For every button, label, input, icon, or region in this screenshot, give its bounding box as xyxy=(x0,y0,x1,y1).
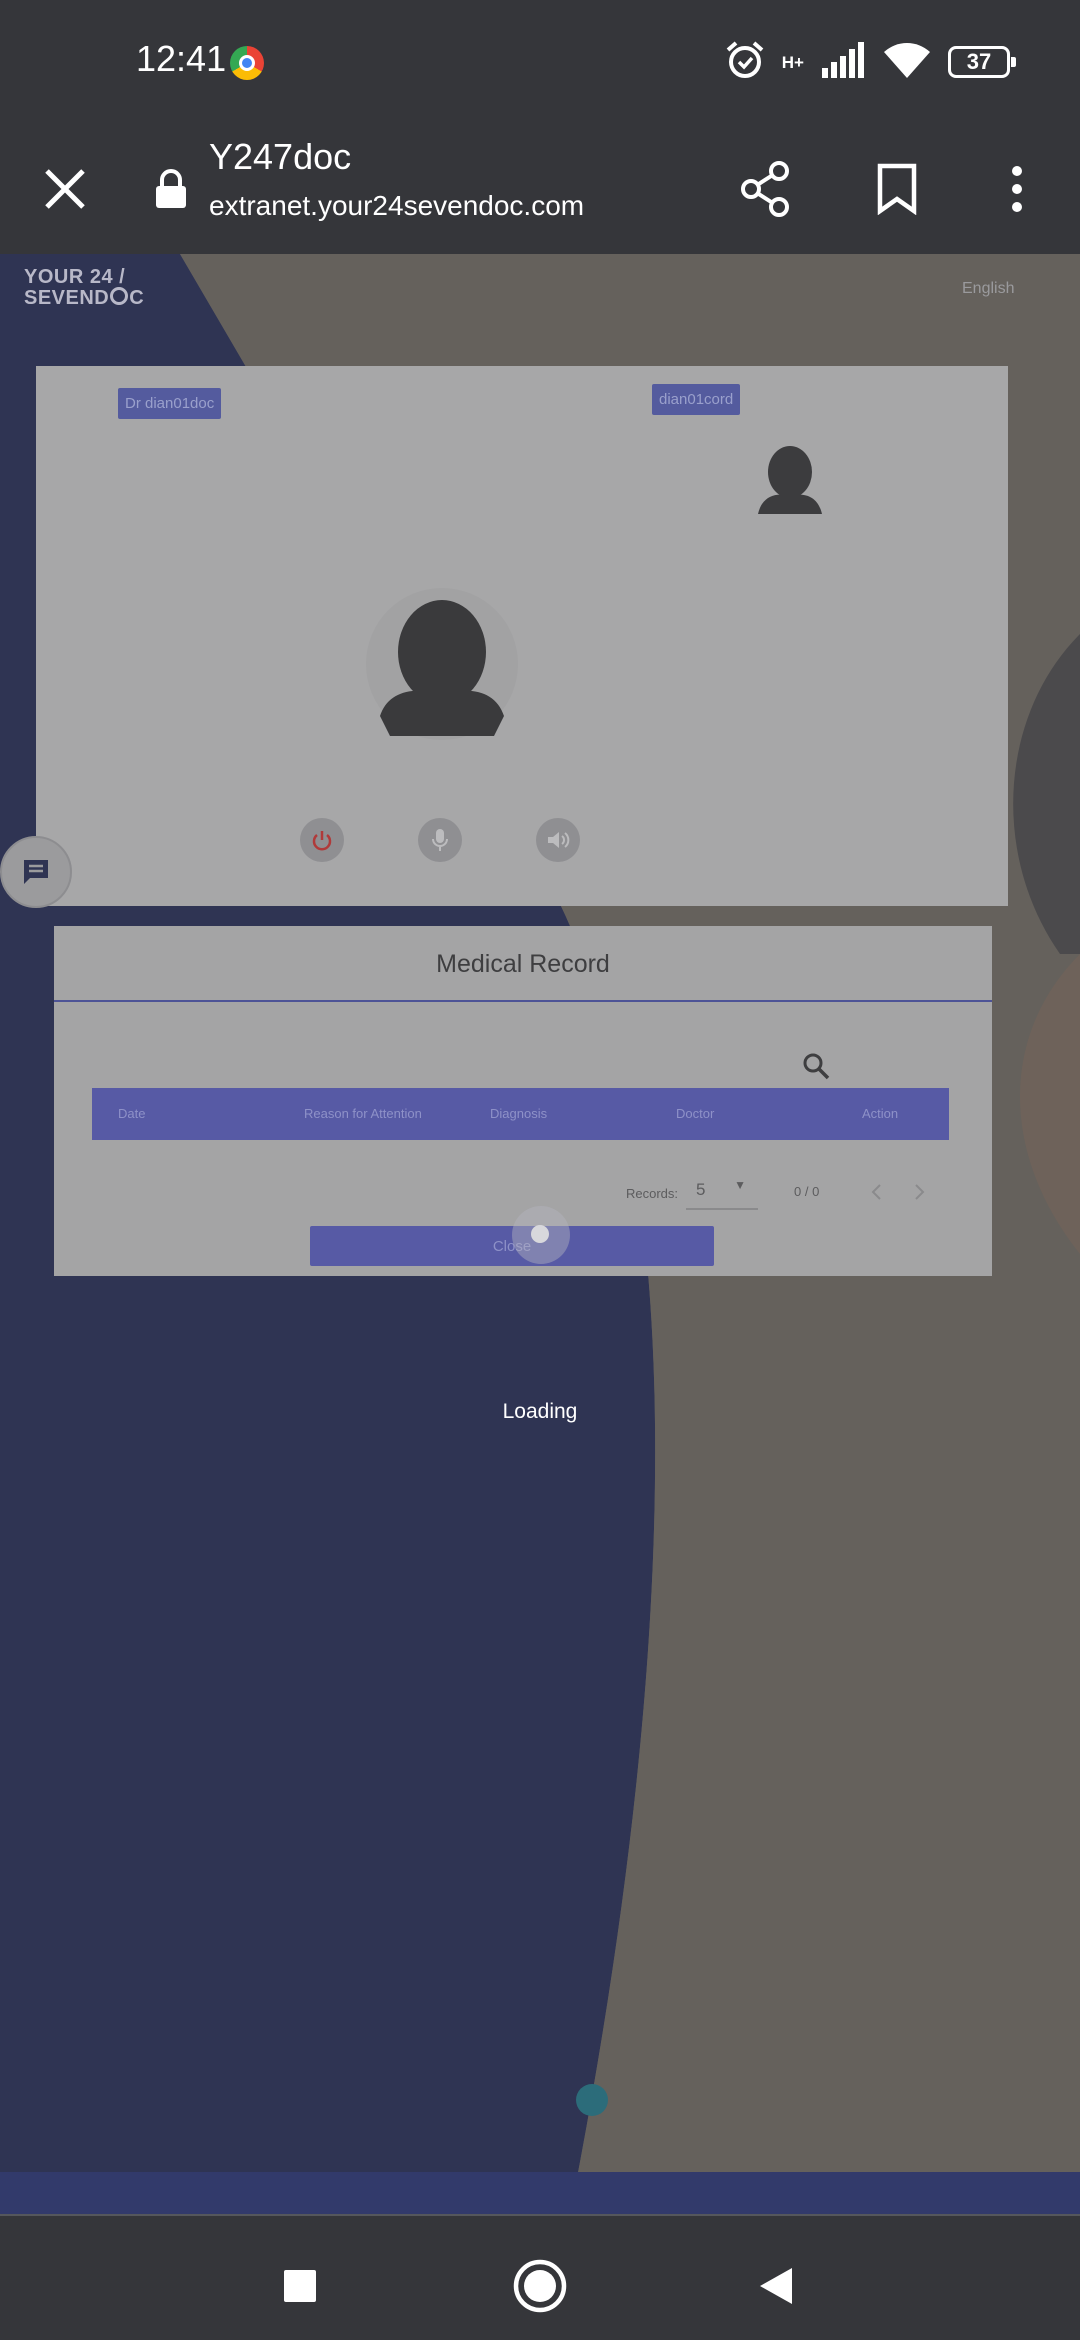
chevron-down-icon: ▼ xyxy=(734,1178,746,1192)
search-button[interactable] xyxy=(798,1048,834,1084)
power-icon xyxy=(312,831,332,851)
share-button[interactable] xyxy=(730,154,800,224)
network-type-label: H+ xyxy=(781,52,804,72)
records-per-page-value: 5 xyxy=(696,1180,706,1199)
wifi-icon xyxy=(882,40,932,85)
lock-icon xyxy=(156,169,186,208)
logo-line2: SEVEND xyxy=(24,287,110,309)
previous-page-button[interactable] xyxy=(862,1178,890,1206)
brand-logo[interactable]: YOUR 24 / SEVEND C xyxy=(24,266,145,309)
battery-level: 37 xyxy=(966,49,992,74)
status-bar: 12:41 H+ 37 xyxy=(0,0,1080,124)
speaker-button[interactable] xyxy=(536,818,580,862)
chevron-right-icon xyxy=(915,1184,925,1200)
chevron-left-icon xyxy=(871,1184,881,1200)
nav-divider xyxy=(0,2214,1080,2216)
end-call-button[interactable] xyxy=(300,818,344,862)
recents-button[interactable] xyxy=(264,2250,336,2322)
title-divider xyxy=(54,1000,992,1002)
home-icon xyxy=(513,2259,567,2313)
touch-indicator-dot xyxy=(531,1225,549,1243)
back-icon xyxy=(760,2268,792,2304)
patient-avatar-icon xyxy=(758,446,822,514)
column-header-date[interactable]: Date xyxy=(118,1106,145,1121)
home-button[interactable] xyxy=(504,2250,576,2322)
records-per-page-select[interactable]: 5 ▼ xyxy=(686,1174,758,1210)
signal-icon xyxy=(820,41,866,83)
records-per-page-label: Records: xyxy=(626,1186,679,1201)
pagination-info: 0 / 0 xyxy=(794,1184,820,1199)
navigation-bar xyxy=(0,2214,1080,2340)
video-call-panel: Dr dian01doc dian01cord xyxy=(36,366,1008,906)
more-options-button[interactable] xyxy=(982,154,1052,224)
next-page-button[interactable] xyxy=(906,1178,934,1206)
chat-button[interactable] xyxy=(0,836,72,908)
column-header-action: Action xyxy=(862,1106,899,1121)
column-header-doctor[interactable]: Doctor xyxy=(676,1106,714,1121)
loading-text: Loading xyxy=(502,1400,578,1423)
patient-name-tag: dian01cord xyxy=(652,384,741,415)
page-url[interactable]: extranet.your24sevendoc.com xyxy=(209,190,584,222)
search-icon xyxy=(803,1053,830,1080)
microphone-button[interactable] xyxy=(418,818,462,862)
close-tab-button[interactable] xyxy=(30,154,100,224)
share-icon xyxy=(741,161,789,217)
status-time: 12:41 xyxy=(136,38,227,79)
column-header-reason[interactable]: Reason for Attention xyxy=(304,1106,422,1121)
recents-icon xyxy=(284,2270,316,2302)
site-info-button[interactable] xyxy=(136,154,206,224)
alarm-icon xyxy=(724,39,766,86)
column-header-diagnosis[interactable]: Diagnosis xyxy=(490,1106,547,1121)
browser-toolbar: Y247doc extranet.your24sevendoc.com xyxy=(0,124,1080,254)
back-button[interactable] xyxy=(740,2250,812,2322)
doctor-avatar-icon xyxy=(366,588,518,740)
doctor-name-tag: Dr dian01doc xyxy=(118,388,222,419)
speaker-icon xyxy=(548,832,570,848)
battery-icon: 37 xyxy=(948,46,1016,78)
table-header: Date Reason for Attention Diagnosis Doct… xyxy=(92,1088,949,1140)
footer-strip xyxy=(0,2172,1080,2214)
web-content: YOUR 24 / SEVEND C English Dr dian01doc d… xyxy=(0,254,1080,2214)
language-selector[interactable]: English xyxy=(962,280,1014,298)
medical-record-title: Medical Record xyxy=(436,950,610,978)
logo-line2-tail: C xyxy=(129,287,145,309)
logo-line1: YOUR 24 / xyxy=(24,266,126,288)
chat-icon xyxy=(24,860,48,884)
status-icons: H+ 37 xyxy=(724,36,1016,88)
bookmark-button[interactable] xyxy=(862,154,932,224)
bookmark-icon xyxy=(877,163,917,215)
more-icon xyxy=(1012,166,1022,212)
microphone-icon xyxy=(432,829,448,851)
logo-o-icon xyxy=(110,287,129,305)
chrome-icon xyxy=(230,46,264,80)
page-title: Y247doc xyxy=(209,136,352,177)
close-icon xyxy=(45,169,85,209)
